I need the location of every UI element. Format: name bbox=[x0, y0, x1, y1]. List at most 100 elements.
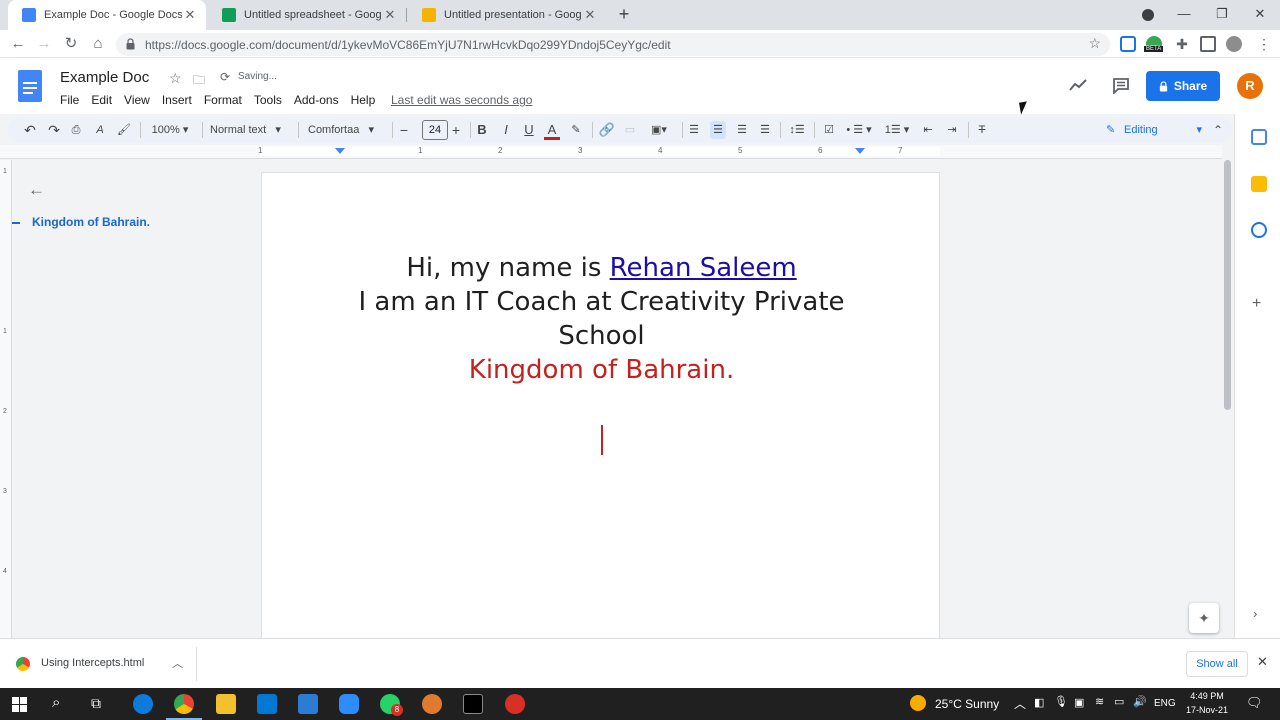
file-explorer-icon[interactable] bbox=[216, 694, 236, 714]
outline-back-arrow-icon[interactable]: ← bbox=[28, 180, 45, 200]
underline-icon[interactable]: U bbox=[521, 121, 537, 139]
edge-icon[interactable] bbox=[133, 694, 153, 714]
window-close-button[interactable]: ✕ bbox=[1242, 0, 1278, 30]
add-addon-icon[interactable]: + bbox=[1252, 295, 1261, 313]
recorder-app-icon[interactable] bbox=[422, 694, 442, 714]
terminal-icon[interactable] bbox=[463, 694, 483, 714]
increase-indent-icon[interactable]: ⇥ bbox=[944, 121, 960, 139]
search-icon[interactable]: ⌕ bbox=[52, 694, 60, 711]
line-spacing-icon[interactable]: ↕☰ bbox=[788, 121, 806, 139]
activity-trend-icon[interactable] bbox=[1069, 78, 1087, 92]
left-indent-marker[interactable] bbox=[335, 148, 345, 154]
italic-icon[interactable]: I bbox=[498, 121, 514, 139]
insert-link-icon[interactable]: 🔗 bbox=[598, 121, 616, 139]
new-tab-button[interactable]: + bbox=[614, 4, 634, 24]
spellcheck-icon[interactable]: A bbox=[92, 121, 108, 139]
volume-icon[interactable]: 🔊 bbox=[1133, 695, 1147, 708]
browser-menu-icon[interactable]: ⋮ bbox=[1254, 34, 1274, 54]
side-panel-icon[interactable] bbox=[1200, 36, 1216, 52]
document-page[interactable]: Hi, my name is Rehan Saleem I am an IT C… bbox=[261, 172, 940, 638]
tab-search-button[interactable] bbox=[1130, 0, 1166, 30]
close-icon[interactable]: ✕ bbox=[382, 7, 398, 23]
clock-time[interactable]: 4:49 PM bbox=[1180, 691, 1234, 701]
reload-icon[interactable]: ↻ bbox=[61, 34, 81, 54]
checklist-icon[interactable]: ☑ bbox=[820, 121, 838, 139]
collapse-panel-chevron-icon[interactable]: › bbox=[1253, 606, 1257, 621]
store-icon[interactable] bbox=[257, 694, 277, 714]
align-right-icon[interactable]: ☰ bbox=[734, 121, 750, 139]
document-body[interactable]: Hi, my name is Rehan Saleem I am an IT C… bbox=[262, 251, 941, 387]
paragraph-style-select[interactable]: Normal text ▾ bbox=[210, 121, 290, 139]
tab-untitled-presentation[interactable]: Untitled presentation - Google Sl ✕ bbox=[408, 0, 606, 30]
menu-format[interactable]: Format bbox=[204, 93, 242, 107]
share-button[interactable]: Share bbox=[1146, 71, 1220, 101]
font-size-input[interactable]: 24 bbox=[422, 120, 448, 140]
clear-formatting-icon[interactable]: T bbox=[974, 121, 990, 139]
menu-addons[interactable]: Add-ons bbox=[294, 93, 339, 107]
add-comment-icon[interactable]: ▭ bbox=[622, 121, 638, 139]
undo-icon[interactable]: ↶ bbox=[22, 121, 38, 139]
increase-font-size-icon[interactable]: + bbox=[448, 121, 464, 139]
language-indicator[interactable]: ENG bbox=[1154, 698, 1176, 709]
star-icon[interactable]: ☆ bbox=[169, 70, 182, 87]
align-left-icon[interactable]: ☰ bbox=[686, 121, 702, 139]
menu-insert[interactable]: Insert bbox=[162, 93, 192, 107]
keep-icon[interactable] bbox=[1251, 176, 1267, 192]
battery-icon[interactable]: ▭ bbox=[1114, 695, 1124, 708]
vertical-scrollbar[interactable] bbox=[1222, 160, 1234, 638]
microphone-icon[interactable]: 🎙 bbox=[1054, 695, 1068, 708]
extension-beta-icon[interactable]: BETA bbox=[1144, 36, 1164, 52]
mail-icon[interactable] bbox=[298, 694, 318, 714]
windows-start-icon[interactable] bbox=[12, 697, 27, 712]
back-icon[interactable]: ← bbox=[8, 34, 28, 54]
account-avatar[interactable]: R bbox=[1237, 73, 1263, 99]
address-bar[interactable]: https://docs.google.com/document/d/1ykev… bbox=[116, 33, 1110, 56]
font-select[interactable]: Comfortaa ▾ bbox=[308, 121, 386, 139]
comments-icon[interactable] bbox=[1112, 77, 1130, 94]
zoom-app-icon[interactable] bbox=[339, 694, 359, 714]
decrease-indent-icon[interactable]: ⇤ bbox=[920, 121, 936, 139]
chevron-up-icon[interactable]: ︿ bbox=[172, 655, 183, 671]
menu-view[interactable]: View bbox=[124, 93, 150, 107]
profile-avatar[interactable] bbox=[1226, 36, 1242, 52]
tray-app-icon[interactable]: ◧ bbox=[1034, 696, 1044, 709]
document-title[interactable]: Example Doc bbox=[60, 69, 149, 86]
hide-menus-chevron-up-icon[interactable]: ⌃ bbox=[1210, 121, 1226, 139]
bold-icon[interactable]: B bbox=[474, 121, 490, 139]
text-color-icon[interactable]: A bbox=[544, 121, 560, 140]
numbered-list-icon[interactable]: 1☰ ▾ bbox=[882, 121, 912, 139]
last-edit-link[interactable]: Last edit was seconds ago bbox=[391, 93, 532, 107]
google-docs-logo[interactable] bbox=[18, 70, 42, 102]
close-icon[interactable]: ✕ bbox=[182, 7, 198, 23]
paint-format-icon[interactable]: 🖌 bbox=[116, 121, 132, 139]
extensions-puzzle-icon[interactable]: ✚ bbox=[1174, 36, 1190, 52]
bulleted-list-icon[interactable]: • ☰ ▾ bbox=[844, 121, 874, 139]
task-view-icon[interactable]: ⧉ bbox=[91, 695, 101, 712]
right-indent-marker[interactable] bbox=[855, 148, 865, 154]
forward-icon[interactable]: → bbox=[34, 34, 54, 54]
menu-edit[interactable]: Edit bbox=[91, 93, 112, 107]
calendar-icon[interactable] bbox=[1251, 129, 1267, 145]
decrease-font-size-icon[interactable]: − bbox=[396, 121, 412, 139]
tasks-icon[interactable] bbox=[1251, 222, 1267, 238]
menu-help[interactable]: Help bbox=[351, 93, 376, 107]
close-shelf-icon[interactable]: ✕ bbox=[1257, 654, 1268, 670]
justify-icon[interactable]: ☰ bbox=[757, 121, 773, 139]
close-icon[interactable]: ✕ bbox=[582, 7, 598, 23]
notifications-icon[interactable]: 🗨 bbox=[1246, 695, 1263, 711]
tab-example-doc[interactable]: Example Doc - Google Docs ✕ bbox=[8, 0, 206, 30]
wifi-icon[interactable]: ≋ bbox=[1095, 695, 1104, 708]
editing-mode-select[interactable]: ✎ Editing ▾ bbox=[1100, 119, 1208, 141]
screen-recorder-icon[interactable] bbox=[505, 694, 525, 714]
whatsapp-icon[interactable]: 8 bbox=[380, 694, 403, 716]
tab-untitled-spreadsheet[interactable]: Untitled spreadsheet - Google Sh ✕ bbox=[208, 0, 406, 30]
scrollbar-thumb[interactable] bbox=[1224, 160, 1231, 410]
explore-icon[interactable]: ✦ bbox=[1189, 603, 1219, 633]
insert-image-icon[interactable]: ▣▾ bbox=[646, 121, 672, 139]
tray-chevron-up-icon[interactable]: ︿ bbox=[1014, 695, 1026, 712]
home-icon[interactable]: ⌂ bbox=[88, 34, 108, 54]
align-center-icon[interactable]: ☰ bbox=[710, 121, 726, 139]
move-folder-icon[interactable]: 🗀 bbox=[193, 71, 205, 92]
redo-icon[interactable]: ↷ bbox=[46, 121, 62, 139]
show-all-button[interactable]: Show all bbox=[1186, 651, 1248, 677]
